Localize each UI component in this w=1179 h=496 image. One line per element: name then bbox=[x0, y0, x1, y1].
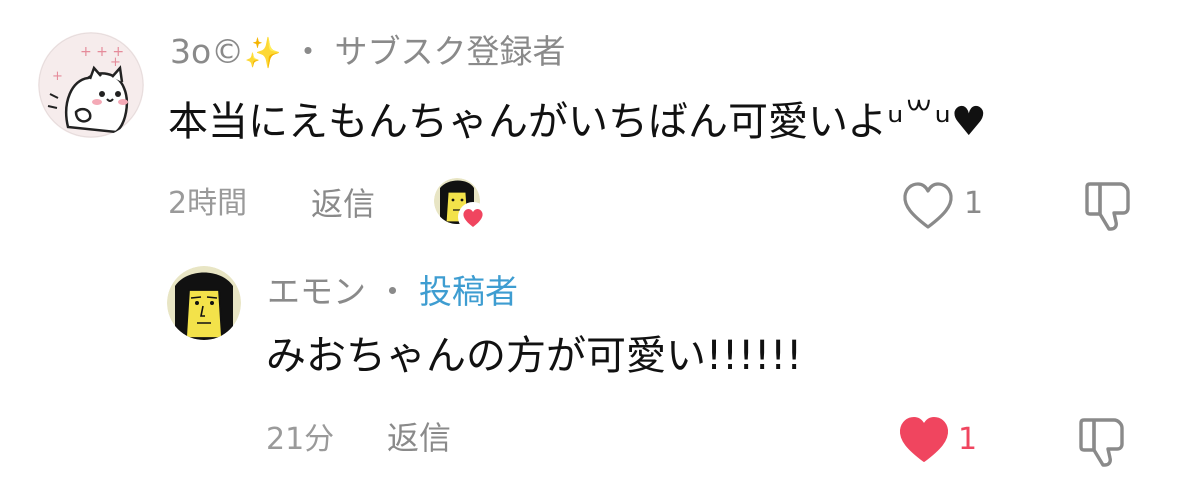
like-count: 1 bbox=[958, 422, 978, 457]
heart-filled-icon bbox=[458, 202, 488, 232]
like-button[interactable] bbox=[896, 414, 952, 466]
heart-filled-icon bbox=[899, 417, 949, 462]
comment-timestamp: 21分 bbox=[266, 422, 335, 457]
creator-badge: 投稿者 bbox=[419, 272, 518, 311]
thumbs-down-icon bbox=[1085, 182, 1130, 231]
comment-author-line: 3o©✨ ・サブスク登録者 bbox=[170, 32, 566, 74]
creator-heart-badge bbox=[434, 178, 490, 234]
comment-text: みおちゃんの方が可愛い!!!!!! bbox=[266, 333, 803, 379]
svg-text:+: + bbox=[52, 69, 63, 84]
comment-author-line: エモン・投稿者 bbox=[267, 272, 518, 312]
author-name[interactable]: エモン bbox=[267, 272, 366, 311]
like-count: 1 bbox=[964, 186, 984, 221]
dislike-button[interactable] bbox=[1082, 178, 1136, 232]
creator-avatar[interactable] bbox=[167, 266, 241, 340]
commenter-avatar[interactable]: + + + + + bbox=[38, 32, 144, 138]
thumbs-down-icon bbox=[1079, 418, 1124, 467]
comment-timestamp: 2時間 bbox=[168, 186, 248, 221]
separator-dot: ・ bbox=[291, 32, 325, 71]
separator-dot: ・ bbox=[376, 272, 409, 311]
sparkles-icon: ✨ bbox=[244, 36, 282, 71]
reply-button[interactable]: 返信 bbox=[311, 184, 375, 224]
heart-outline-icon bbox=[903, 182, 953, 229]
comment-text: 本当にえもんちゃんがいちばん可愛いよᵘ꒳ᵘ♥ bbox=[168, 99, 987, 145]
author-name[interactable]: 3o© bbox=[170, 32, 244, 71]
reply-button[interactable]: 返信 bbox=[387, 418, 451, 458]
like-button[interactable] bbox=[900, 180, 956, 232]
subscriber-badge: サブスク登録者 bbox=[334, 32, 566, 71]
dislike-button[interactable] bbox=[1076, 414, 1130, 468]
